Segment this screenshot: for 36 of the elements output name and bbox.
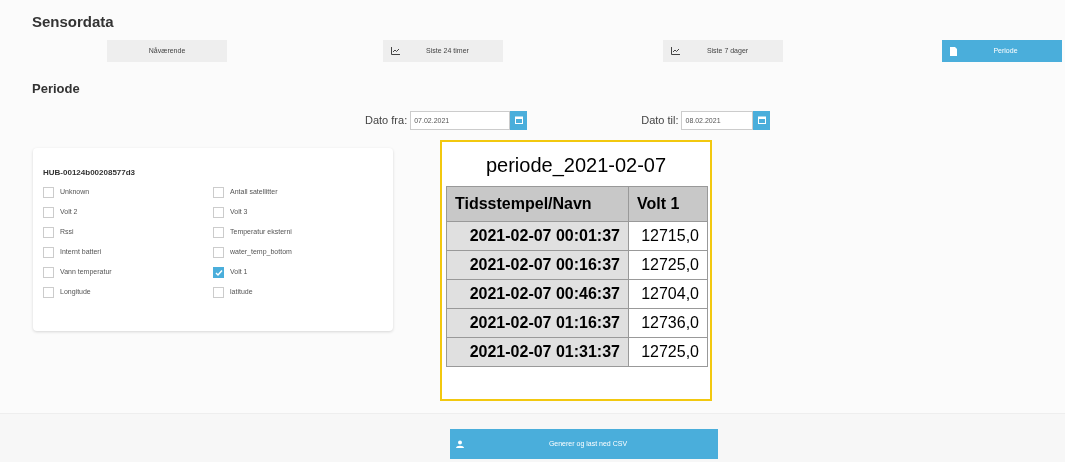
card-title: HUB-00124b00208577d3 [43,167,136,179]
user-icon [456,440,464,448]
checkbox[interactable] [43,227,54,238]
checkbox[interactable] [213,267,224,278]
checkbox[interactable] [213,227,224,238]
file-icon [950,46,957,56]
table-cell: 2021-02-07 00:01:37 [446,221,629,251]
checkbox[interactable] [213,187,224,198]
table-cell: 12704,0 [628,279,708,309]
table-cell: 12725,0 [628,250,708,280]
checkbox[interactable] [43,247,54,258]
column-header: Volt 1 [628,186,708,222]
table-cell: 2021-02-07 00:16:37 [446,250,629,280]
checkbox[interactable] [43,287,54,298]
table-cell: 12736,0 [628,308,708,338]
field-label: Dato til: [641,112,679,128]
table-cell: 12725,0 [628,337,708,367]
calendar-icon[interactable] [510,110,528,130]
page-heading: Sensordata [32,12,114,32]
checkbox[interactable] [213,287,224,298]
table-cell: 2021-02-07 01:31:37 [446,337,629,367]
field-label: Dato fra: [365,112,408,128]
preview-title: periode_2021-02-07 [484,153,668,179]
checkbox[interactable] [213,207,224,218]
checkbox[interactable] [213,247,224,258]
table-cell: 2021-02-07 01:16:37 [446,308,629,338]
checkbox[interactable] [43,187,54,198]
chart-icon [391,47,400,55]
column-header: Tidsstempel/Navn [446,186,629,222]
checkbox[interactable] [43,267,54,278]
table-cell: 12715,0 [628,221,708,251]
table-cell: 2021-02-07 00:46:37 [446,279,629,309]
section-heading: Periode [32,80,80,98]
calendar-icon[interactable] [753,110,771,130]
chart-icon [671,47,680,55]
checkbox[interactable] [43,207,54,218]
